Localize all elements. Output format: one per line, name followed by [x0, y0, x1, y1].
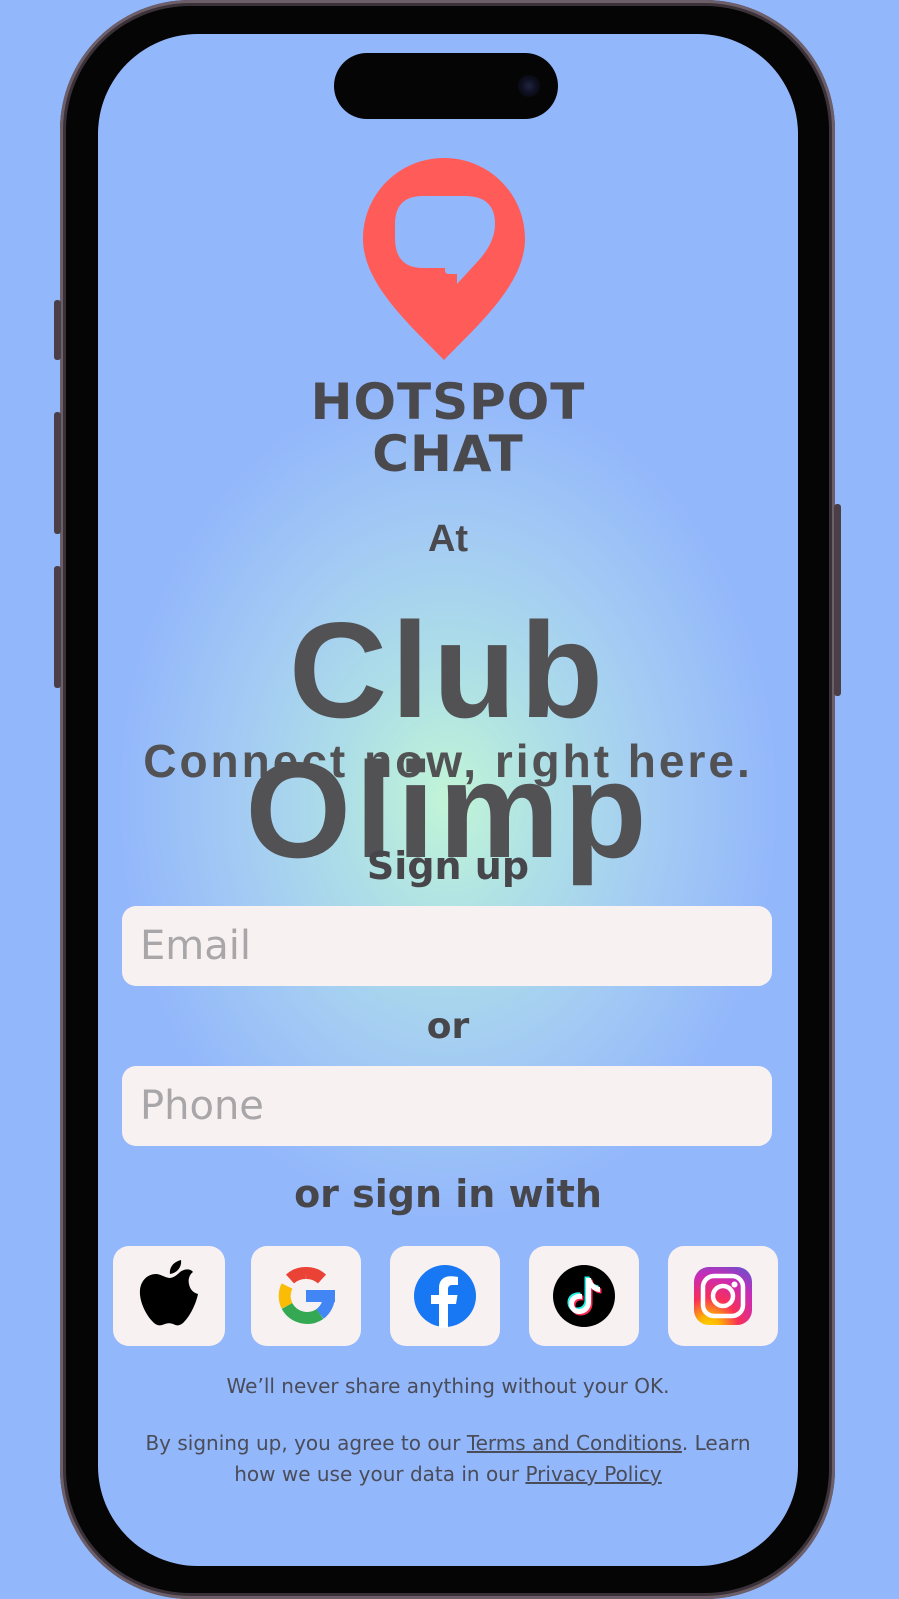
tiktok-signin-button[interactable] [529, 1246, 639, 1346]
privacy-policy-link[interactable]: Privacy Policy [525, 1462, 661, 1486]
instagram-icon [694, 1267, 752, 1325]
brand-name-line-2: CHAT [372, 425, 524, 483]
instagram-signin-button[interactable] [668, 1246, 778, 1346]
dynamic-island [334, 53, 558, 119]
legal-prefix: By signing up, you agree to our [145, 1431, 467, 1455]
side-button-power [834, 504, 841, 696]
apple-icon [139, 1260, 198, 1326]
side-button-volume-up [54, 412, 61, 534]
facebook-icon [414, 1265, 476, 1328]
legal-text: By signing up, you agree to our Terms an… [128, 1428, 768, 1490]
terms-link[interactable]: Terms and Conditions [467, 1431, 682, 1455]
facebook-signin-button[interactable] [390, 1246, 500, 1346]
signup-heading: Sign up [366, 844, 530, 888]
side-button-mute [54, 300, 61, 360]
brand-name-line-1: HOTSPOT [310, 373, 586, 431]
tagline: Connect now, right here. [143, 735, 753, 787]
location-chat-pin-icon [363, 158, 525, 360]
google-signin-button[interactable] [251, 1246, 361, 1346]
side-button-volume-down [54, 566, 61, 688]
or-divider: or [426, 1006, 470, 1047]
at-label: At [427, 518, 469, 560]
phone-input[interactable] [122, 1066, 772, 1146]
google-icon [278, 1267, 335, 1324]
app-screen: HOTSPOT CHAT At Club Olimp Connect now, … [98, 34, 798, 1566]
front-camera [518, 75, 540, 97]
tiktok-icon [553, 1265, 615, 1327]
email-input[interactable] [122, 906, 772, 986]
privacy-note: We’ll never share anything without your … [226, 1374, 670, 1398]
apple-signin-button[interactable] [113, 1246, 225, 1346]
sign-in-with-label: or sign in with [294, 1172, 602, 1216]
